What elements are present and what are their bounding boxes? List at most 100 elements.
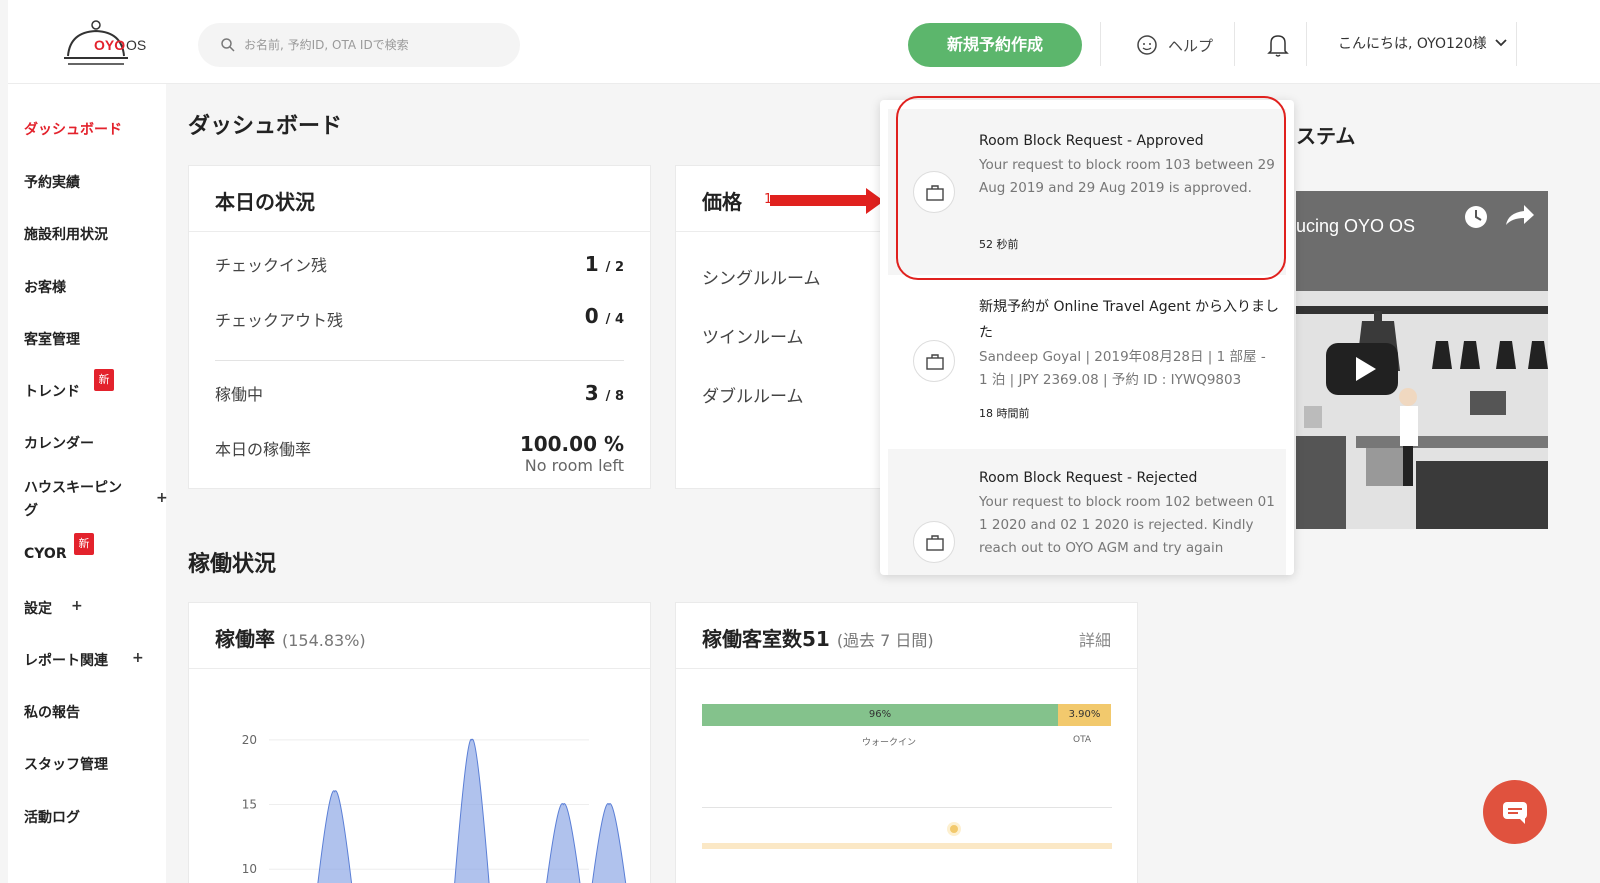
chevron-down-icon [1495,39,1507,47]
help-label: ヘルプ [1168,36,1214,55]
occupancy-chart-card: 稼働率 (154.83%) 20 15 10 [188,602,651,883]
new-badge: 新 [94,369,114,391]
search-input[interactable] [244,23,504,67]
checkout-label: チェックアウト残 [215,311,344,330]
checkin-value: 1 / 2 [584,252,624,276]
today-status-card: 本日の状況 チェックイン残 1 / 2 チェックアウト残 0 / 4 稼働中 3… [188,165,651,489]
card-title: 稼働客室数51 (過去 7 日間) [702,627,934,651]
sidebar-item-activity-log[interactable]: 活動ログ [24,807,80,827]
card-header: 本日の状況 [189,166,650,232]
single-room-label: シングルルーム [702,269,821,289]
sidebar-item-my-reports[interactable]: 私の報告 [24,702,80,722]
headset-icon [1137,35,1157,55]
page-title: ダッシュボード [188,114,343,139]
no-room-text: No room left [524,456,624,475]
logo-os: OS [126,37,147,53]
annotation-arrow-icon [770,188,884,214]
expand-plus-icon[interactable]: + [71,598,83,614]
sidebar-item-rooms[interactable]: 客室管理 [24,329,80,349]
expand-plus-icon[interactable]: + [132,650,144,666]
notif-icon-wrap [913,521,955,563]
chart-peak [546,803,581,883]
notification-body: Your request to block room 102 between 0… [979,494,1275,556]
timeline-bar [702,843,1112,849]
header-divider [1234,22,1235,66]
sidebar-item-trends[interactable]: トレンド [24,381,80,401]
y-tick-label: 10 [242,862,257,876]
intro-video[interactable] [1296,191,1548,529]
notif-icon-wrap [913,340,955,382]
notification-body: Sandeep Goyal | 2019年08月28日 | 1 部屋 - 1 泊… [979,349,1266,388]
notification-item[interactable]: 新規予約が Online Travel Agent から入りました Sandee… [888,278,1286,444]
sidebar-item-facility[interactable]: 施設利用状況 [24,224,108,244]
sidebar-item-reports[interactable]: レポート関連 [24,650,108,670]
walkin-label: ウォークイン [862,738,917,748]
bell-icon[interactable] [1266,32,1290,58]
sidebar-item-guests[interactable]: お客様 [24,277,66,297]
logo-wordmark: OYO [94,37,126,53]
occupancy-chart: 20 15 10 [242,733,627,883]
help-link[interactable]: ヘルプ [1136,33,1213,57]
notification-title: 新規予約が Online Travel Agent から入りました [979,299,1280,341]
header-divider [1306,22,1307,66]
notification-title: Room Block Request - Rejected [979,470,1198,486]
card-header: 稼働率 (154.83%) [189,603,650,669]
sidebar-item-settings[interactable]: 設定 [24,598,52,618]
sidebar-item-housekeeping[interactable]: ハウスキーピン [24,477,122,497]
user-menu[interactable]: こんにちは, OYO120様 [1338,33,1507,53]
annotation-highlight [896,96,1286,280]
video-section-title: ステム [1296,124,1356,148]
timeline-dot [950,825,958,833]
occupied-label: 稼働中 [215,385,264,404]
notification-time: 18 時間前 [979,407,1030,420]
detail-link[interactable]: 詳細 [1079,627,1111,651]
notification-item[interactable]: Room Block Request - Rejected Your reque… [888,449,1286,575]
search-icon [221,38,235,52]
twin-room-label: ツインルーム [702,328,804,348]
ota-bar: 3.90% [1058,704,1111,726]
video-caption: ucing OYO OS [1296,216,1416,236]
sidebar-item-bookings[interactable]: 予約実績 [24,172,80,192]
greeting-label: こんにちは, OYO120様 [1338,36,1487,52]
new-booking-button[interactable]: 新規予約作成 [908,23,1082,67]
top-header: OYO OS 新規予約作成 ヘルプ こんにちは, OYO120様 [8,0,1600,84]
checkin-label: チェックイン残 [215,256,328,275]
chart-peak [454,738,490,883]
occupancy-percent: (154.83%) [281,631,366,650]
card-title: 稼働率 (154.83%) [215,627,366,651]
briefcase-icon [926,535,944,551]
divider [215,360,624,361]
sidebar-item-housekeeping-cont[interactable]: グ [24,500,38,520]
walkin-bar: 96% [702,704,1058,726]
new-badge: 新 [74,533,94,555]
double-room-label: ダブルルーム [702,387,804,407]
chart-peak [591,803,627,883]
divider [702,807,1112,808]
sidebar-item-cyor[interactable]: CYOR [24,546,67,562]
y-tick-label: 15 [242,798,257,812]
sidebar-item-calendar[interactable]: カレンダー [24,433,94,453]
search-box[interactable] [198,23,520,67]
sidebar-item-staff[interactable]: スタッフ管理 [24,754,108,774]
y-tick-label: 20 [242,733,257,747]
briefcase-icon [926,354,944,370]
rooms-period: (過去 7 日間) [836,631,934,650]
section-title: 稼働状況 [188,552,277,577]
header-divider [1516,22,1517,66]
header-divider [1100,22,1101,66]
chat-button[interactable] [1483,780,1547,844]
occupancy-rate-value: 100.00 % [519,432,624,456]
card-header: 稼働客室数51 (過去 7 日間) 詳細 [676,603,1137,669]
occupied-rooms-card: 稼働客室数51 (過去 7 日間) 詳細 96% 3.90% ウォークイン OT… [675,602,1138,883]
expand-plus-icon[interactable]: + [156,490,168,506]
occupied-value: 3 / 8 [584,381,624,405]
sidebar: ダッシュボード 予約実績 施設利用状況 お客様 客室管理 トレンド 新 カレンダ… [8,84,168,883]
sidebar-item-dashboard[interactable]: ダッシュボード [24,119,122,139]
card-title: 本日の状況 [215,190,315,214]
checkout-value: 0 / 4 [584,304,624,328]
video-thumbnail [1296,191,1548,529]
occupancy-rate-label: 本日の稼働率 [215,440,312,459]
card-title: 価格 [702,190,742,214]
chat-icon [1503,802,1527,824]
ota-label: OTA [1073,735,1092,745]
